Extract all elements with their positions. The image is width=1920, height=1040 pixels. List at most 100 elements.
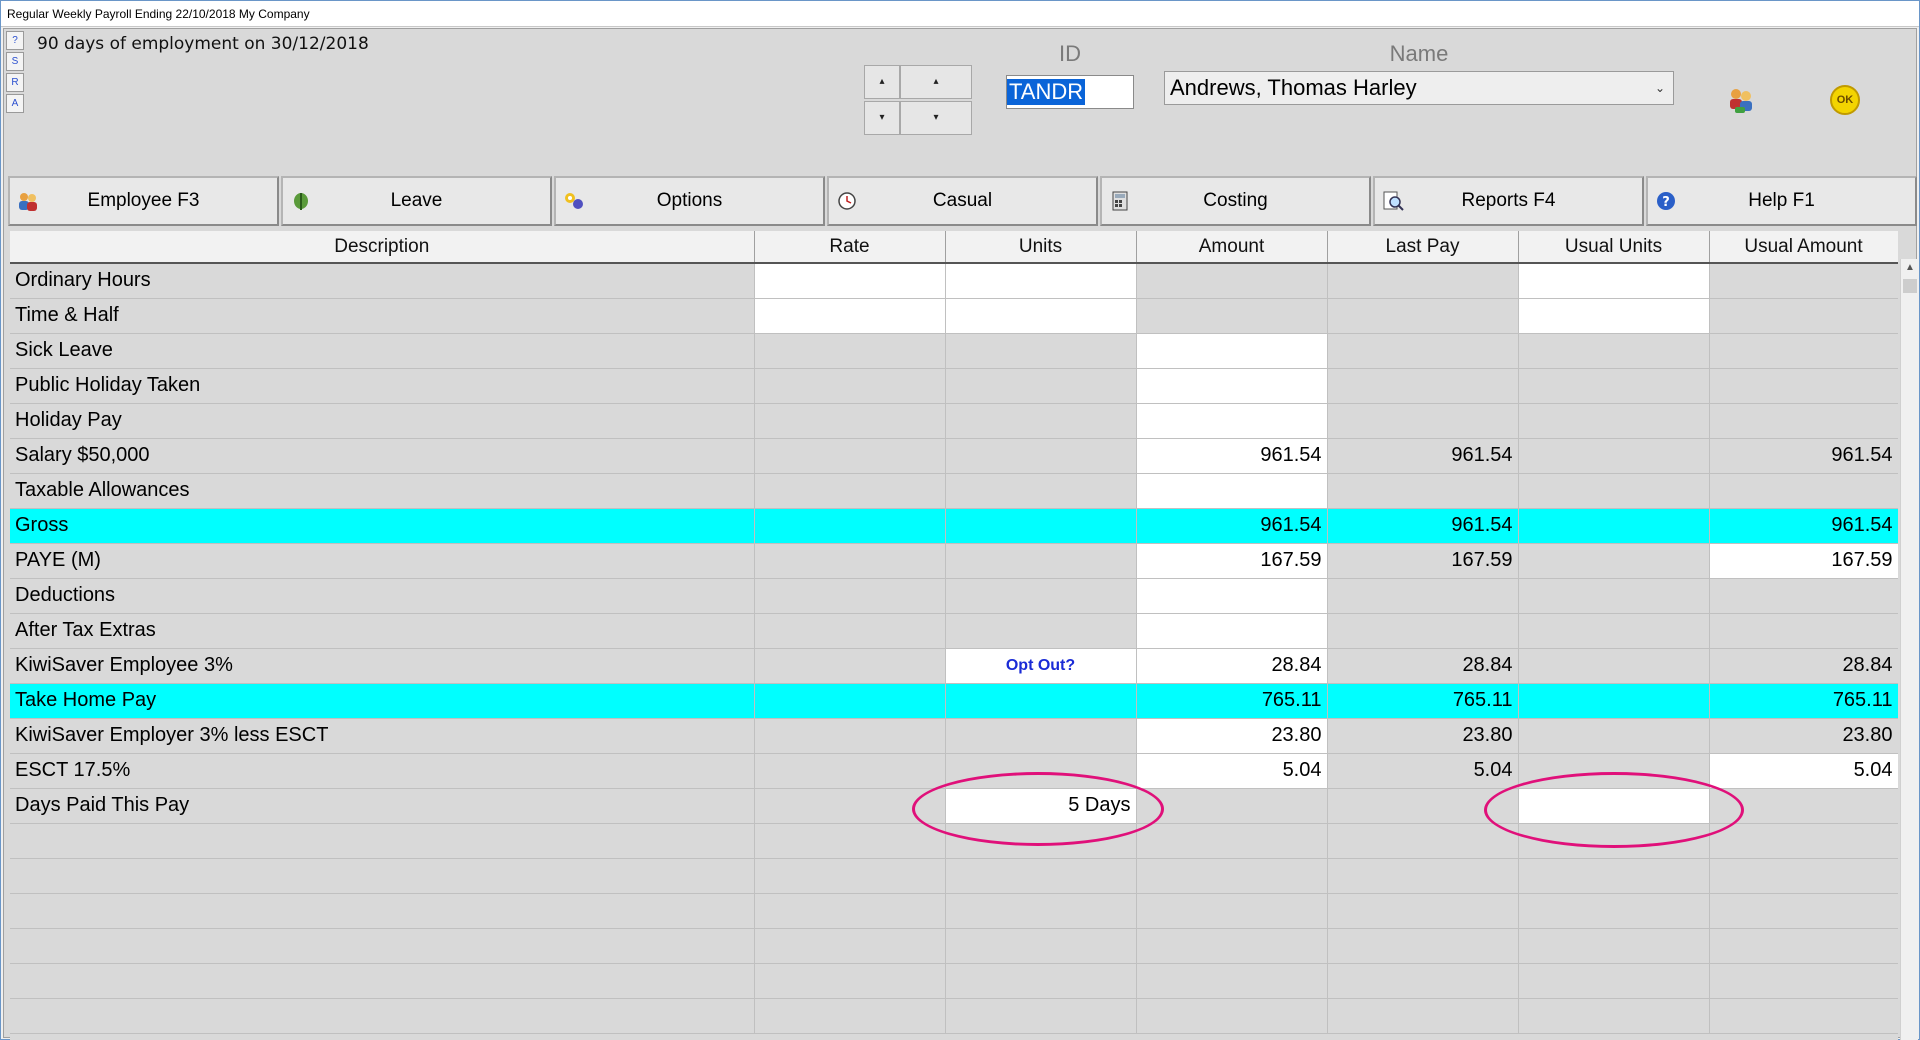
rate-cell (754, 543, 946, 579)
id-input[interactable]: TANDR (1006, 75, 1134, 109)
column-header-usual-amount[interactable]: Usual Amount (1709, 231, 1898, 264)
tab-employee[interactable]: Employee F3 (8, 176, 279, 226)
row-description: Take Home Pay (10, 683, 755, 719)
vertical-scrollbar[interactable]: ▲ ▼ (1900, 259, 1918, 1040)
empty-cell (945, 893, 1137, 929)
amount-cell[interactable] (1136, 333, 1328, 369)
side-button-help[interactable]: ? (6, 31, 24, 50)
side-button-a[interactable]: A (6, 94, 24, 113)
usual-amount-cell: 28.84 (1709, 648, 1898, 684)
empty-cell (1709, 928, 1898, 964)
side-button-s[interactable]: S (6, 52, 24, 71)
amount-cell: 961.54 (1136, 508, 1328, 544)
tab-casual[interactable]: Casual (827, 176, 1098, 226)
amount-cell[interactable] (1136, 578, 1328, 614)
usual-amount-cell (1709, 578, 1898, 614)
empty-cell (1136, 928, 1328, 964)
units-cell (945, 473, 1137, 509)
usual-amount-cell: 23.80 (1709, 718, 1898, 754)
amount-cell[interactable] (1136, 613, 1328, 649)
row-description: KiwiSaver Employee 3% (10, 648, 755, 684)
empty-cell (945, 928, 1137, 964)
empty-cell (754, 998, 946, 1034)
scroll-thumb[interactable] (1903, 279, 1917, 293)
amount-cell[interactable]: 23.80 (1136, 718, 1328, 754)
amount-cell (1136, 263, 1328, 299)
tab-reports-label: Reports F4 (1461, 190, 1556, 211)
side-button-r[interactable]: R (6, 73, 24, 92)
usual-units-cell[interactable] (1518, 298, 1710, 334)
name-dropdown[interactable]: Andrews, Thomas Harley ⌄ (1164, 71, 1674, 105)
table-row: Taxable Allowances (10, 473, 1898, 509)
usual-amount-cell[interactable]: 167.59 (1709, 543, 1898, 579)
column-header-last-pay[interactable]: Last Pay (1327, 231, 1519, 264)
tab-leave[interactable]: Leave (281, 176, 552, 226)
units-cell (945, 613, 1137, 649)
empty-cell (1327, 893, 1519, 929)
table-row: Salary $50,000 961.54 961.54 961.54 (10, 438, 1898, 474)
usual-amount-cell (1709, 298, 1898, 334)
rate-cell (754, 648, 946, 684)
employees-icon[interactable] (1726, 85, 1756, 115)
usual-amount-cell (1709, 613, 1898, 649)
ok-button[interactable]: OK (1830, 85, 1860, 115)
units-cell[interactable] (945, 263, 1137, 299)
tab-reports[interactable]: Reports F4 (1373, 176, 1644, 226)
payroll-table: Description Rate Units Amount Last Pay U… (10, 231, 1898, 1034)
rate-cell (754, 438, 946, 474)
nav-last-button[interactable]: ▾ (864, 101, 900, 135)
tab-costing-label: Costing (1203, 190, 1268, 211)
column-header-amount[interactable]: Amount (1136, 231, 1328, 264)
row-description: Ordinary Hours (10, 263, 755, 299)
usual-units-cell[interactable] (1518, 263, 1710, 299)
scroll-up-icon[interactable]: ▲ (1901, 259, 1919, 277)
empty-cell (1518, 893, 1710, 929)
units-cell (945, 578, 1137, 614)
last-pay-cell: 5.04 (1327, 753, 1519, 789)
column-header-usual-units[interactable]: Usual Units (1518, 231, 1710, 264)
nav-first-button[interactable]: ▴ (864, 65, 900, 99)
nav-next-button[interactable]: ▾ (900, 101, 972, 135)
units-cell[interactable] (945, 298, 1137, 334)
amount-cell[interactable]: 28.84 (1136, 648, 1328, 684)
rate-cell[interactable] (754, 298, 946, 334)
amount-cell[interactable] (1136, 473, 1328, 509)
units-cell (945, 438, 1137, 474)
rate-cell[interactable] (754, 263, 946, 299)
rate-cell (754, 368, 946, 404)
tab-help[interactable]: ? Help F1 (1646, 176, 1917, 226)
empty-cell (1709, 823, 1898, 859)
column-header-rate[interactable]: Rate (754, 231, 946, 264)
take-home-row: Take Home Pay 765.11 765.11 765.11 (10, 683, 1898, 719)
units-cell (945, 683, 1137, 719)
amount-cell (1136, 788, 1328, 824)
column-header-description[interactable]: Description (10, 231, 755, 264)
client-area: ? S R A 90 days of employment on 30/12/2… (3, 28, 1918, 1040)
column-header-units[interactable]: Units (945, 231, 1137, 264)
usual-amount-cell (1709, 473, 1898, 509)
usual-units-cell (1518, 578, 1710, 614)
usual-amount-cell[interactable]: 5.04 (1709, 753, 1898, 789)
last-pay-cell (1327, 613, 1519, 649)
tab-options[interactable]: Options (554, 176, 825, 226)
table-row: Ordinary Hours (10, 263, 1898, 299)
tab-costing[interactable]: Costing (1100, 176, 1371, 226)
amount-cell[interactable] (1136, 368, 1328, 404)
usual-amount-cell: 961.54 (1709, 508, 1898, 544)
amount-cell[interactable]: 167.59 (1136, 543, 1328, 579)
people-icon (16, 190, 40, 212)
row-description: Holiday Pay (10, 403, 755, 439)
rate-cell (754, 578, 946, 614)
amount-cell[interactable]: 961.54 (1136, 438, 1328, 474)
id-label: ID (1059, 41, 1081, 66)
empty-cell (1327, 928, 1519, 964)
nav-prev-button[interactable]: ▴ (900, 65, 972, 99)
help-icon: ? (1654, 190, 1678, 212)
amount-cell[interactable] (1136, 403, 1328, 439)
table-row: Public Holiday Taken (10, 368, 1898, 404)
empty-cell (10, 928, 755, 964)
calculator-icon (1108, 190, 1132, 212)
amount-cell[interactable]: 5.04 (1136, 753, 1328, 789)
opt-out-link[interactable]: Opt Out? (945, 648, 1137, 684)
empty-cell (1327, 823, 1519, 859)
